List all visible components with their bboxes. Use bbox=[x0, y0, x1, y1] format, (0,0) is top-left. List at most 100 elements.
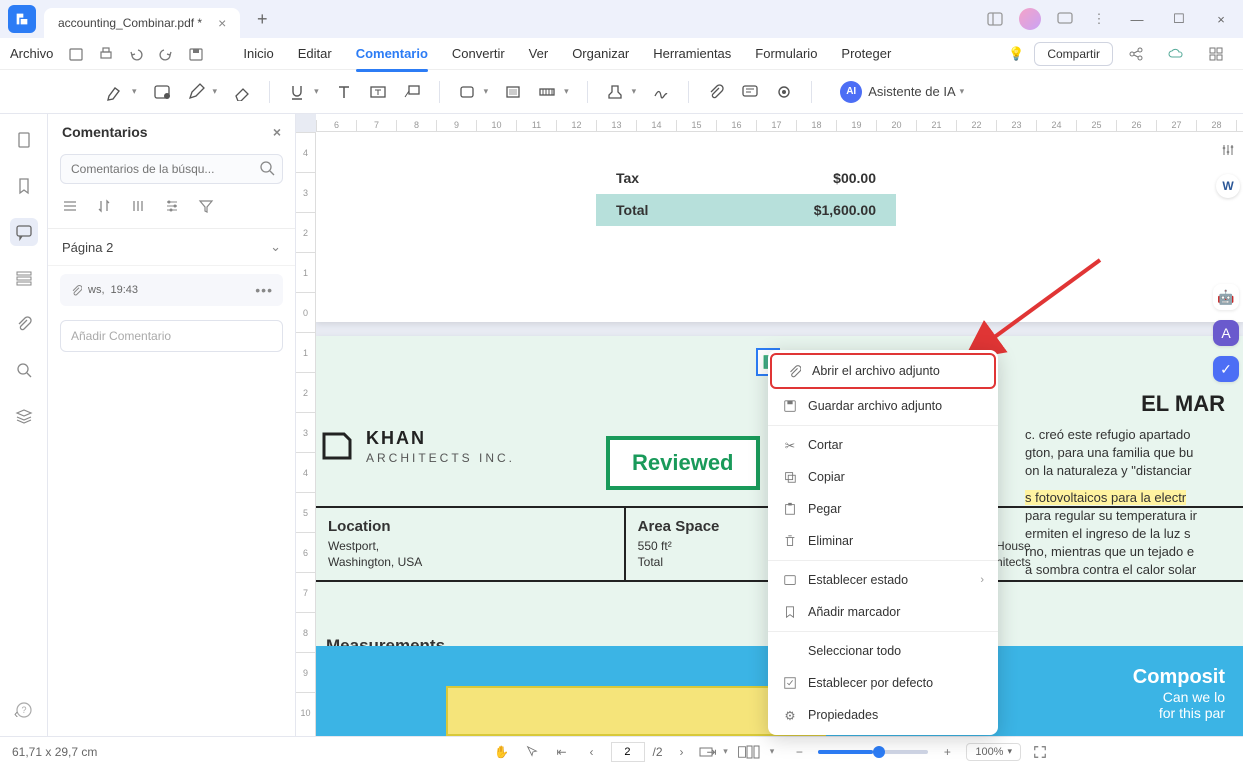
sidebar-search[interactable] bbox=[10, 356, 38, 384]
chat-icon[interactable] bbox=[1055, 9, 1075, 29]
ctx-add-bookmark[interactable]: Añadir marcador bbox=[768, 596, 998, 628]
more-icon[interactable]: ⋮ bbox=[1089, 9, 1109, 29]
single-page-icon[interactable] bbox=[731, 741, 753, 763]
redo-icon[interactable] bbox=[153, 41, 179, 67]
ctx-cut[interactable]: ✂Cortar bbox=[768, 429, 998, 461]
menu-tab-organizar[interactable]: Organizar bbox=[562, 41, 639, 66]
callout-icon[interactable] bbox=[397, 77, 427, 107]
first-page-icon[interactable]: ⇤ bbox=[550, 741, 572, 763]
ctx-select-all[interactable]: Seleccionar todo bbox=[768, 635, 998, 667]
zoom-out-icon[interactable]: − bbox=[788, 741, 810, 763]
maximize-button[interactable]: ☐ bbox=[1165, 5, 1193, 33]
user-avatar[interactable] bbox=[1019, 8, 1041, 30]
print-icon[interactable] bbox=[93, 41, 119, 67]
fullscreen-icon[interactable] bbox=[1029, 741, 1051, 763]
ai-chat-icon[interactable]: 🤖 bbox=[1213, 284, 1239, 310]
options-icon[interactable] bbox=[130, 198, 150, 218]
file-menu[interactable]: Archivo bbox=[10, 46, 53, 61]
prev-page-icon[interactable]: ‹ bbox=[580, 741, 602, 763]
sidebar-attachments[interactable] bbox=[10, 310, 38, 338]
page-number-input[interactable] bbox=[610, 742, 644, 762]
share-net-icon[interactable] bbox=[1123, 41, 1149, 67]
menu-tab-editar[interactable]: Editar bbox=[288, 41, 342, 66]
ctx-set-state[interactable]: Establecer estado› bbox=[768, 564, 998, 596]
panel-icon[interactable] bbox=[985, 9, 1005, 29]
hand-tool-icon[interactable]: ✋ bbox=[490, 741, 512, 763]
save-icon[interactable] bbox=[183, 41, 209, 67]
note-icon[interactable] bbox=[147, 77, 177, 107]
grid-icon[interactable] bbox=[1203, 41, 1229, 67]
ctx-paste[interactable]: Pegar bbox=[768, 493, 998, 525]
ctx-delete[interactable]: Eliminar bbox=[768, 525, 998, 557]
comment-item[interactable]: ws, 19:43 ••• bbox=[60, 274, 283, 306]
ctx-set-default[interactable]: Establecer por defecto bbox=[768, 667, 998, 699]
menu-tab-comentario[interactable]: Comentario bbox=[346, 41, 438, 66]
zoom-select[interactable]: 100%▾ bbox=[966, 743, 1021, 761]
measure-icon[interactable] bbox=[532, 77, 562, 107]
menu-tab-convertir[interactable]: Convertir bbox=[442, 41, 515, 66]
sliders-icon[interactable] bbox=[164, 198, 184, 218]
sidebar-layers[interactable] bbox=[10, 402, 38, 430]
tips-icon[interactable]: 💡 bbox=[1008, 46, 1024, 62]
chevron-down-icon: ⌄ bbox=[270, 239, 281, 255]
comment-more-icon[interactable]: ••• bbox=[255, 282, 273, 298]
search-icon[interactable] bbox=[259, 160, 275, 176]
page-section-header[interactable]: Página 2 ⌄ bbox=[48, 229, 295, 266]
menu-tab-ver[interactable]: Ver bbox=[519, 41, 559, 66]
last-page-icon[interactable]: ⇥ bbox=[701, 741, 723, 763]
check-icon[interactable]: ✓ bbox=[1213, 356, 1239, 382]
sidebar-fields[interactable] bbox=[10, 264, 38, 292]
menu-tab-herramientas[interactable]: Herramientas bbox=[643, 41, 741, 66]
highlighter-icon[interactable] bbox=[100, 77, 130, 107]
ctx-save-attachment[interactable]: Guardar archivo adjunto bbox=[768, 390, 998, 422]
ctx-properties[interactable]: ⚙Propiedades bbox=[768, 699, 998, 731]
select-tool-icon[interactable] bbox=[520, 741, 542, 763]
textbox-icon[interactable] bbox=[363, 77, 393, 107]
total-value: $1,600.00 bbox=[814, 202, 876, 218]
underline-icon[interactable] bbox=[282, 77, 312, 107]
ctx-open-attachment[interactable]: Abrir el archivo adjunto bbox=[770, 353, 996, 389]
new-tab-button[interactable]: + bbox=[246, 3, 278, 35]
word-export-icon[interactable]: W bbox=[1216, 174, 1240, 198]
zoom-slider[interactable] bbox=[818, 750, 928, 754]
stamp-icon[interactable] bbox=[600, 77, 630, 107]
open-icon[interactable] bbox=[63, 41, 89, 67]
zoom-in-icon[interactable]: + bbox=[936, 741, 958, 763]
sort-icon[interactable] bbox=[96, 198, 116, 218]
ai-assistant-button[interactable]: AI Asistente de IA ▾ bbox=[840, 81, 970, 103]
share-button[interactable]: Compartir bbox=[1034, 42, 1113, 66]
sidebar-thumbnails[interactable] bbox=[10, 126, 38, 154]
sidebar-bookmarks[interactable] bbox=[10, 172, 38, 200]
menu-tab-proteger[interactable]: Proteger bbox=[831, 41, 901, 66]
hide-comments-icon[interactable] bbox=[769, 77, 799, 107]
attach-icon[interactable] bbox=[701, 77, 731, 107]
undo-icon[interactable] bbox=[123, 41, 149, 67]
add-comment-input[interactable]: Añadir Comentario bbox=[60, 320, 283, 352]
eraser-icon[interactable] bbox=[227, 77, 257, 107]
document-tab[interactable]: accounting_Combinar.pdf * × bbox=[44, 8, 240, 38]
panel-close-icon[interactable]: × bbox=[273, 124, 281, 140]
expand-icon[interactable] bbox=[62, 198, 82, 218]
manage-comments-icon[interactable] bbox=[735, 77, 765, 107]
ai-tool-icon[interactable]: A bbox=[1213, 320, 1239, 346]
minimize-button[interactable]: — bbox=[1123, 5, 1151, 33]
adjust-icon[interactable] bbox=[1216, 138, 1240, 162]
area-hl-icon[interactable] bbox=[498, 77, 528, 107]
collapse-panel-icon[interactable]: ‹ bbox=[14, 706, 34, 726]
signature-icon[interactable] bbox=[646, 77, 676, 107]
ctx-copy[interactable]: Copiar bbox=[768, 461, 998, 493]
comment-search-input[interactable] bbox=[60, 154, 283, 184]
cloud-icon[interactable] bbox=[1163, 41, 1189, 67]
section-label: Página 2 bbox=[62, 240, 113, 255]
filter-icon[interactable] bbox=[198, 198, 218, 218]
close-window-button[interactable]: × bbox=[1207, 5, 1235, 33]
text-icon[interactable] bbox=[329, 77, 359, 107]
app-logo bbox=[8, 5, 36, 33]
menu-tab-inicio[interactable]: Inicio bbox=[233, 41, 283, 66]
sidebar-comments[interactable] bbox=[10, 218, 38, 246]
shape-rect-icon[interactable] bbox=[452, 77, 482, 107]
pencil-icon[interactable] bbox=[181, 77, 211, 107]
next-page-icon[interactable]: › bbox=[671, 741, 693, 763]
menu-tab-formulario[interactable]: Formulario bbox=[745, 41, 827, 66]
close-tab-icon[interactable]: × bbox=[202, 15, 226, 31]
